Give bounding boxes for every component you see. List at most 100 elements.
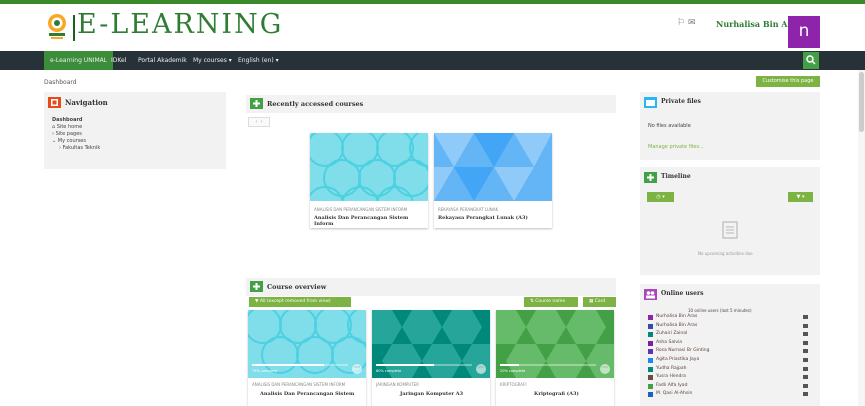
online-user-name[interactable]: Asha Salvia: [656, 340, 682, 345]
online-user-name[interactable]: Nurhalisa Bin Aras: [656, 314, 697, 319]
course-image-hexagons: [372, 310, 490, 378]
send-message-icon[interactable]: [803, 392, 808, 397]
nav-link-dashboard[interactable]: Dashboard: [52, 117, 83, 123]
user-avatar-icon: [648, 323, 653, 329]
brand-title[interactable]: E-LEARNING: [77, 9, 283, 40]
recent-course-card[interactable]: REKAYASA PERANGKAT LUNAK Rekayasa Perang…: [434, 133, 552, 228]
avatar[interactable]: n: [788, 16, 820, 48]
online-user-row[interactable]: Fadli Alfa Iyad: [648, 383, 818, 390]
course-title[interactable]: Jaringan Komputer A3: [400, 391, 463, 397]
user-avatar-icon: [648, 383, 653, 389]
send-message-icon[interactable]: [803, 375, 808, 380]
caret-down-icon: ▾: [801, 194, 805, 200]
send-message-icon[interactable]: [803, 358, 808, 362]
send-message-icon[interactable]: [803, 349, 808, 354]
timeline-clock-dropdown[interactable]: ◷ ▾: [647, 192, 674, 202]
nav-link-my-courses[interactable]: ⌄ My courses: [52, 138, 86, 144]
online-user-name[interactable]: Yudha Rajpah: [656, 366, 686, 371]
bell-icon[interactable]: ⚐: [677, 18, 685, 28]
header-icons: ⚐ ✉: [677, 18, 696, 28]
nav-item-language[interactable]: English (en) ▾: [238, 51, 279, 70]
course-title[interactable]: Kriptografi (A3): [534, 391, 579, 397]
search-icon: [806, 55, 816, 65]
recent-courses-title: Recently accessed courses: [267, 100, 364, 108]
online-user-row[interactable]: Zuhairi Zainal: [648, 331, 818, 338]
send-message-icon[interactable]: [803, 315, 808, 319]
course-title[interactable]: Rekayasa Perangkat Lunak (A3): [438, 215, 528, 221]
progress-fill: [252, 364, 324, 366]
customise-page-button[interactable]: Customise this page: [756, 76, 820, 87]
page-scrollbar[interactable]: [858, 70, 865, 406]
more-options-icon[interactable]: ⋯: [352, 364, 362, 374]
online-user-row[interactable]: M. Qasi Al-Ahsin: [648, 391, 818, 398]
online-user-row[interactable]: Nurhalisa Bin Aras: [648, 323, 818, 330]
chevron-right-icon[interactable]: ›: [261, 119, 263, 125]
nav-link-site-home[interactable]: ⌂ Site home: [52, 124, 82, 130]
manage-files-link[interactable]: Manage private files...: [648, 144, 704, 150]
nav-link-my-courses-label: My courses: [57, 138, 86, 144]
send-message-icon[interactable]: [803, 383, 808, 388]
user-avatar-icon: [648, 358, 653, 363]
online-user-name[interactable]: Agita Priastika Jaya: [656, 357, 699, 362]
online-user-row[interactable]: Yudha Rajpah: [648, 366, 818, 373]
overview-course-card[interactable]: 75% complete ⋯ ANALISIS DAN PERANCANGAN …: [248, 310, 366, 406]
more-options-icon[interactable]: ⋯: [476, 364, 486, 374]
home-icon: ⌂: [52, 124, 56, 130]
course-overview-header: Course overview: [246, 278, 616, 296]
online-user-name[interactable]: Nurhalisa Bin Aras: [656, 323, 697, 328]
user-avatar-icon: [648, 332, 653, 338]
nav-item-idkel[interactable]: IDKel: [111, 51, 126, 70]
nav-item-portal[interactable]: Portal Akademik: [138, 51, 187, 70]
send-message-icon[interactable]: [803, 323, 808, 328]
send-message-icon[interactable]: [803, 332, 808, 337]
recent-course-card[interactable]: ANALISIS DAN PERANCANGAN SISTEM INFORM A…: [310, 133, 428, 228]
online-user-name[interactable]: M. Qasi Al-Ahsin: [656, 391, 692, 396]
send-message-icon[interactable]: [803, 366, 808, 371]
user-avatar-icon: [648, 349, 653, 355]
online-user-row[interactable]: Rosa Nurnasi Br Ginting: [648, 348, 818, 355]
online-user-name[interactable]: Zuhairi Zainal: [656, 331, 687, 336]
user-avatar-icon: [648, 366, 653, 372]
course-title[interactable]: Analisis Dan Perancangan Sistem Inform: [314, 215, 428, 227]
chevron-left-icon[interactable]: ‹: [255, 119, 257, 125]
user-avatar-icon: [648, 392, 653, 398]
university-logo-icon[interactable]: [44, 12, 70, 42]
nav-item-my-courses[interactable]: My courses ▾: [193, 51, 232, 70]
scrollbar-thumb[interactable]: [859, 72, 864, 132]
more-options-icon[interactable]: ⋯: [600, 364, 610, 374]
send-message-icon[interactable]: [803, 340, 808, 345]
nav-link-fakultas-teknik[interactable]: › Fakultas Teknik: [59, 145, 100, 151]
user-avatar-icon: [648, 315, 653, 320]
sort-dropdown-button[interactable]: ⇅ Course name: [524, 297, 578, 307]
online-user-row[interactable]: Yusra Hendra: [648, 374, 818, 381]
online-user-row[interactable]: Agita Priastika Jaya: [648, 357, 818, 364]
course-title[interactable]: Analisis Dan Perancangan Sistem: [260, 391, 354, 397]
plus-icon: [644, 172, 657, 183]
breadcrumb[interactable]: Dashboard: [44, 79, 77, 86]
no-files-text: No files available: [648, 123, 691, 129]
filter-icon: ▼: [796, 194, 801, 200]
nav-link-site-pages[interactable]: › Site pages: [52, 131, 82, 137]
online-user-row[interactable]: Asha Salvia: [648, 340, 818, 347]
online-user-name[interactable]: Fadli Alfa Iyad: [656, 383, 687, 388]
nav-item-home[interactable]: e-Learning UNIMAL: [44, 51, 114, 70]
overview-course-card[interactable]: 60% complete ⋯ JARINGAN KOMPUTER Jaringa…: [372, 310, 490, 406]
course-image-triangles: [434, 133, 552, 201]
search-button[interactable]: [803, 52, 819, 69]
online-user-row[interactable]: Nurhalisa Bin Aras: [648, 314, 818, 321]
filter-dropdown-button[interactable]: ▼ All (except removed from view): [249, 297, 351, 307]
online-user-name[interactable]: Rosa Nurnasi Br Ginting: [656, 348, 710, 353]
grid-icon: ▦: [589, 299, 594, 304]
message-icon[interactable]: ✉: [688, 18, 696, 28]
timeline-sort-dropdown[interactable]: ▼ ▾: [788, 192, 813, 202]
course-image-circles: [248, 310, 366, 378]
caret-down-icon: ▾: [275, 57, 279, 64]
course-image-hexagons: [496, 310, 614, 378]
folder-icon: [644, 97, 657, 108]
overview-course-card[interactable]: 20% complete ⋯ KRIPTOGRAFI Kriptografi (…: [496, 310, 614, 406]
carousel-pager[interactable]: ‹ ›: [248, 117, 270, 127]
nav-link-site-pages-label: Site pages: [55, 131, 82, 137]
caret-down-icon: ▾: [662, 194, 665, 200]
view-dropdown-button[interactable]: ▦ Card: [583, 297, 616, 307]
online-user-name[interactable]: Yusra Hendra: [656, 374, 686, 379]
